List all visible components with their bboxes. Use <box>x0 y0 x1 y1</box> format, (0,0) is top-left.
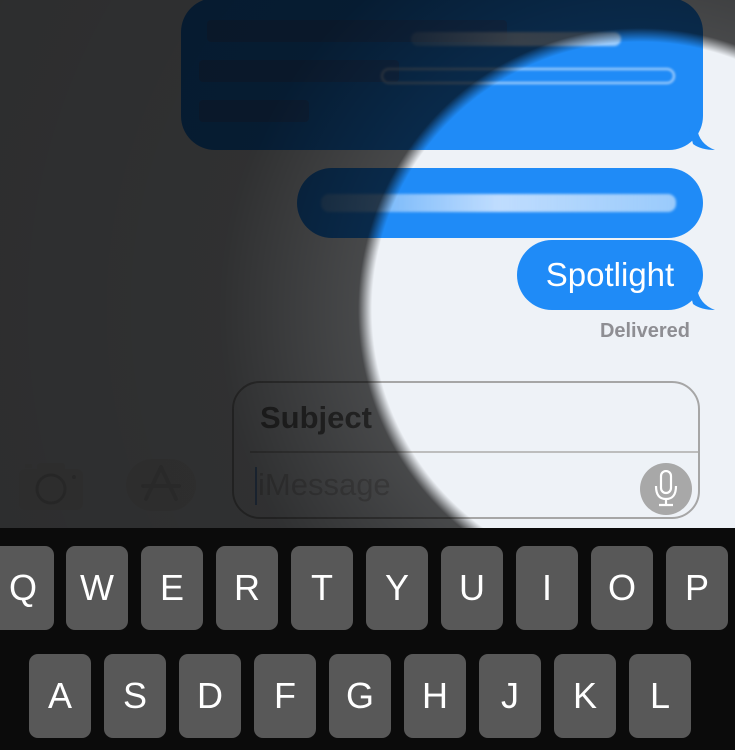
camera-icon <box>19 463 83 510</box>
bubble-tail <box>689 128 715 150</box>
text-cursor <box>255 467 257 505</box>
key-h[interactable]: H <box>404 654 466 738</box>
message-bubble-3[interactable]: Spotlight <box>517 240 715 310</box>
camera-button[interactable] <box>19 460 83 510</box>
subject-input[interactable] <box>258 399 642 437</box>
key-w[interactable]: W <box>66 546 128 630</box>
key-f[interactable]: F <box>254 654 316 738</box>
redacted-text-line <box>199 60 399 82</box>
dictation-button[interactable] <box>640 463 692 515</box>
keyboard: QWERTYUIOP ASDFGHJKL <box>0 528 735 750</box>
redacted-text-line <box>199 100 309 122</box>
message-text: Spotlight <box>545 256 675 293</box>
compose-divider <box>250 451 698 453</box>
key-e[interactable]: E <box>141 546 203 630</box>
key-j[interactable]: J <box>479 654 541 738</box>
key-g[interactable]: G <box>329 654 391 738</box>
microphone-icon <box>654 470 678 507</box>
delivery-status: Delivered <box>599 320 690 342</box>
redaction-scribble <box>411 32 621 46</box>
key-o[interactable]: O <box>591 546 653 630</box>
bubble-tail <box>689 288 715 310</box>
compose-field[interactable]: iMessage <box>232 381 700 519</box>
message-input[interactable]: iMessage <box>258 467 391 503</box>
key-p[interactable]: P <box>666 546 728 630</box>
message-bubble-2[interactable] <box>297 168 703 238</box>
redaction-scribble <box>381 68 675 84</box>
message-bubble-1[interactable] <box>181 0 715 150</box>
redaction-scribble <box>321 194 676 212</box>
key-u[interactable]: U <box>441 546 503 630</box>
key-s[interactable]: S <box>104 654 166 738</box>
key-t[interactable]: T <box>291 546 353 630</box>
key-k[interactable]: K <box>554 654 616 738</box>
app-store-icon <box>126 459 196 511</box>
app-store-button[interactable] <box>126 459 196 511</box>
key-l[interactable]: L <box>629 654 691 738</box>
key-a[interactable]: A <box>29 654 91 738</box>
key-y[interactable]: Y <box>366 546 428 630</box>
conversation-area: Spotlight Delivered iMessage <box>0 0 735 528</box>
key-i[interactable]: I <box>516 546 578 630</box>
key-d[interactable]: D <box>179 654 241 738</box>
key-q[interactable]: Q <box>0 546 54 630</box>
key-r[interactable]: R <box>216 546 278 630</box>
